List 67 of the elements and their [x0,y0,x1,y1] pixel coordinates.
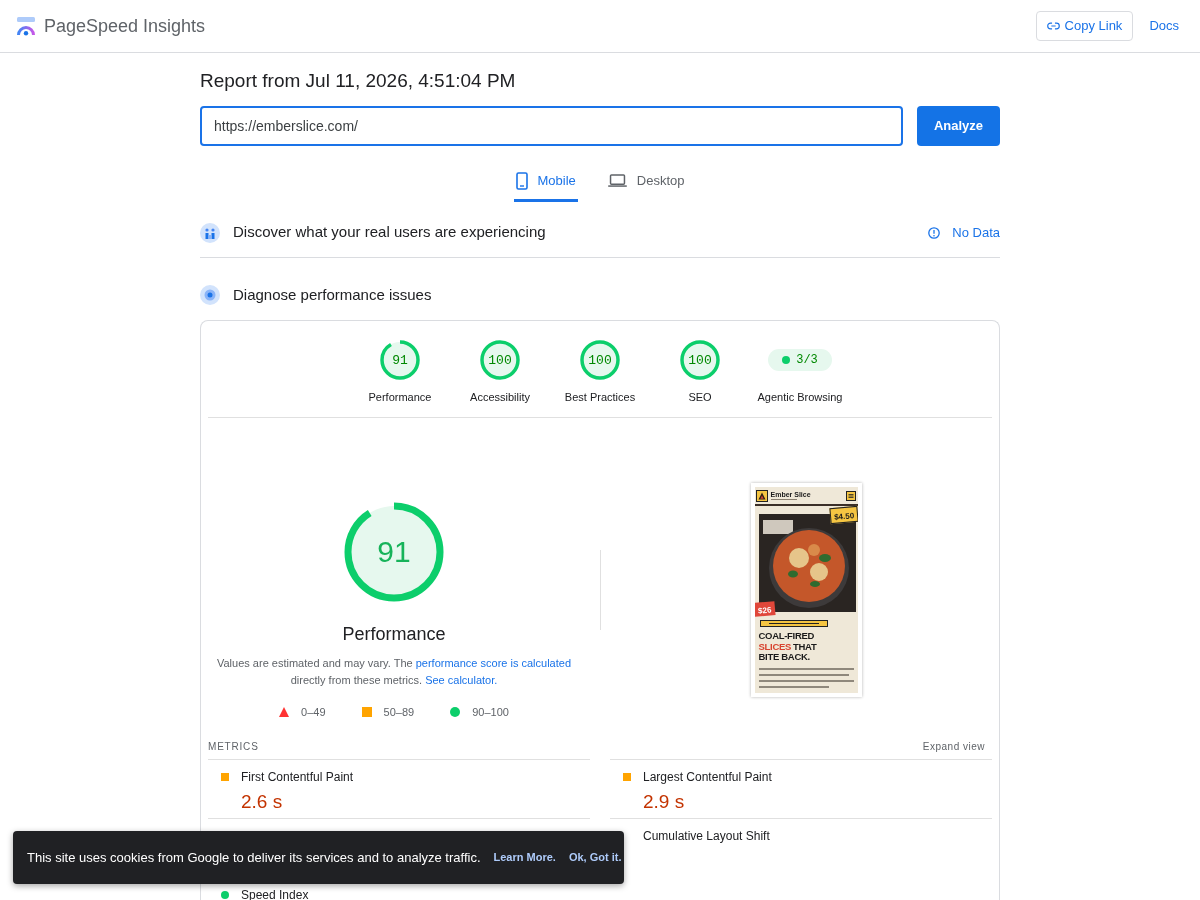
dismiss-button[interactable]: Ok, Got it. [568,849,622,866]
category-label[interactable]: Performance [368,391,432,404]
legend-label: 0–49 [301,705,326,720]
score-value: 3/3 [796,352,818,369]
headline-text: BITE BACK. [758,652,810,663]
logo-icon [16,16,36,36]
legend-label: 90–100 [472,705,509,720]
text-line-drawing [768,623,819,624]
learn-more-link[interactable]: Learn More. [493,849,556,866]
status-dot-icon [782,356,791,364]
section-title: Diagnose performance issues [233,284,432,305]
url-input[interactable]: https://emberslice.com/ [200,106,903,146]
circle-icon [450,707,461,718]
section-title: Discover what your real users are experiencing [233,222,546,243]
square-icon [361,707,372,718]
price-tag: $26 [754,601,776,617]
score-gauge [480,340,520,380]
target-icon [200,285,220,305]
score-description: Values are estimated and may vary. The performance score is calculated directly from these metrics. See calculator. [216,656,572,688]
tab[interactable]: Desktop [605,162,687,202]
score-value: 91 [392,353,408,367]
metric-label: Largest Contentful Paint [643,769,772,784]
score-gauge [380,340,420,380]
phone-icon [515,171,528,190]
legend-label: 50–89 [383,705,415,720]
expand-view-button[interactable]: Expand view [922,739,985,754]
triangle-logo-icon [755,489,768,502]
metric-label: Cumulative Layout Shift [643,828,770,843]
report-title: Report from Jul 11, 2026, 4:51:04 PM [200,69,517,93]
score-value: 100 [588,353,612,367]
inline-link[interactable]: performance score is calculated [415,657,571,669]
chart-icon [200,222,220,243]
inline-link[interactable]: See calculator. [425,674,498,686]
square-icon [623,772,631,781]
tab[interactable]: Mobile [513,162,578,202]
text-line-drawing [770,499,797,500]
score-value: 100 [688,353,712,367]
square-icon [221,772,229,781]
metric-label: First Contentful Paint [241,769,354,784]
headline-text: THAT [793,641,817,652]
triangle-icon [279,707,290,718]
analyze-button[interactable]: Analyze [917,106,1000,146]
circle-icon [221,890,229,899]
score-gauge [680,340,720,380]
category-label[interactable]: Accessibility [470,391,530,404]
app-title: PageSpeed Insights [44,14,206,38]
metrics-heading: METRICS [208,740,259,754]
category-label[interactable]: Best Practices [564,391,636,404]
status-link[interactable]: No Data [928,222,1000,243]
menu-icon [845,490,856,501]
copy-link-button[interactable]: Copy Link [1035,11,1134,41]
category-label[interactable]: Agentic Browsing [757,391,843,404]
category-label[interactable]: SEO [688,391,712,404]
score-gauge [580,340,620,380]
metric-value: 2.9 s [643,790,686,813]
score-value: 100 [488,353,512,367]
link-icon [1046,22,1060,30]
score-value: 91 [377,537,411,567]
docs-link[interactable]: Docs [1147,16,1181,36]
headline-text: SLICES [758,641,791,652]
laptop-icon [607,174,627,187]
cookie-message: This site uses cookies from Google to deliver its services and to analyze traffic. [27,848,481,867]
text-line-drawing [758,685,829,688]
section-heading: Performance [342,623,446,645]
metric-value: 2.6 s [241,790,284,813]
headline-text: COAL-FIRED [758,631,815,642]
info-icon [928,226,941,239]
